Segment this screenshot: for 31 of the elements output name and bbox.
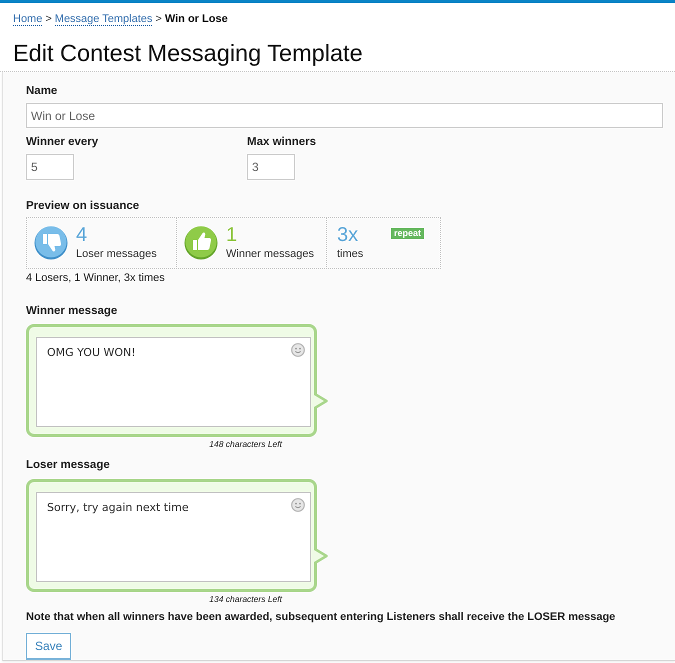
preview-count: 1 [226,223,238,247]
winner-every-input[interactable]: 5 [26,154,74,180]
character-counter: 134 characters Left [208,593,284,605]
field-label: Winner message [26,304,118,318]
preview-count: 4 [76,223,88,247]
max-winners-input[interactable]: 3 [247,154,295,180]
preview-caption: Winner messages [226,247,314,261]
preview-count: 3x [337,223,360,247]
breadcrumb-link[interactable]: Home [13,13,42,26]
note-text: Note that when all winners have been awarded, subsequent entering Listeners shall receive the LOSER message [26,610,616,624]
breadcrumb-separator: > [155,13,162,25]
preview-caption: Loser messages [76,247,157,261]
thumbs-down-icon [34,225,68,260]
character-counter: 148 characters Left [208,438,284,450]
repeat-badge: repeat [390,228,424,239]
breadcrumb-link[interactable]: Message Templates [54,13,152,26]
save-button[interactable]: Save [26,633,72,660]
preview-summary: 4 Losers, 1 Winner, 3x times [26,271,166,285]
field-label: Winner every [26,135,100,149]
thumbs-up-icon [184,225,218,260]
page-title: Edit Contest Messaging Template [13,39,364,68]
breadcrumb-current: Win or Lose [164,13,228,25]
message-textarea[interactable]: OMG YOU WON! [36,337,311,427]
field-label: Max winners [247,135,316,149]
field-label: Loser message [26,458,111,472]
field-label: Preview on issuance [26,199,140,213]
name-input[interactable]: Win or Lose [26,103,663,128]
preview-caption: times [337,247,364,261]
message-textarea[interactable]: Sorry, try again next time [36,492,311,582]
field-label: Name [26,84,58,98]
breadcrumb-separator: > [45,13,52,25]
